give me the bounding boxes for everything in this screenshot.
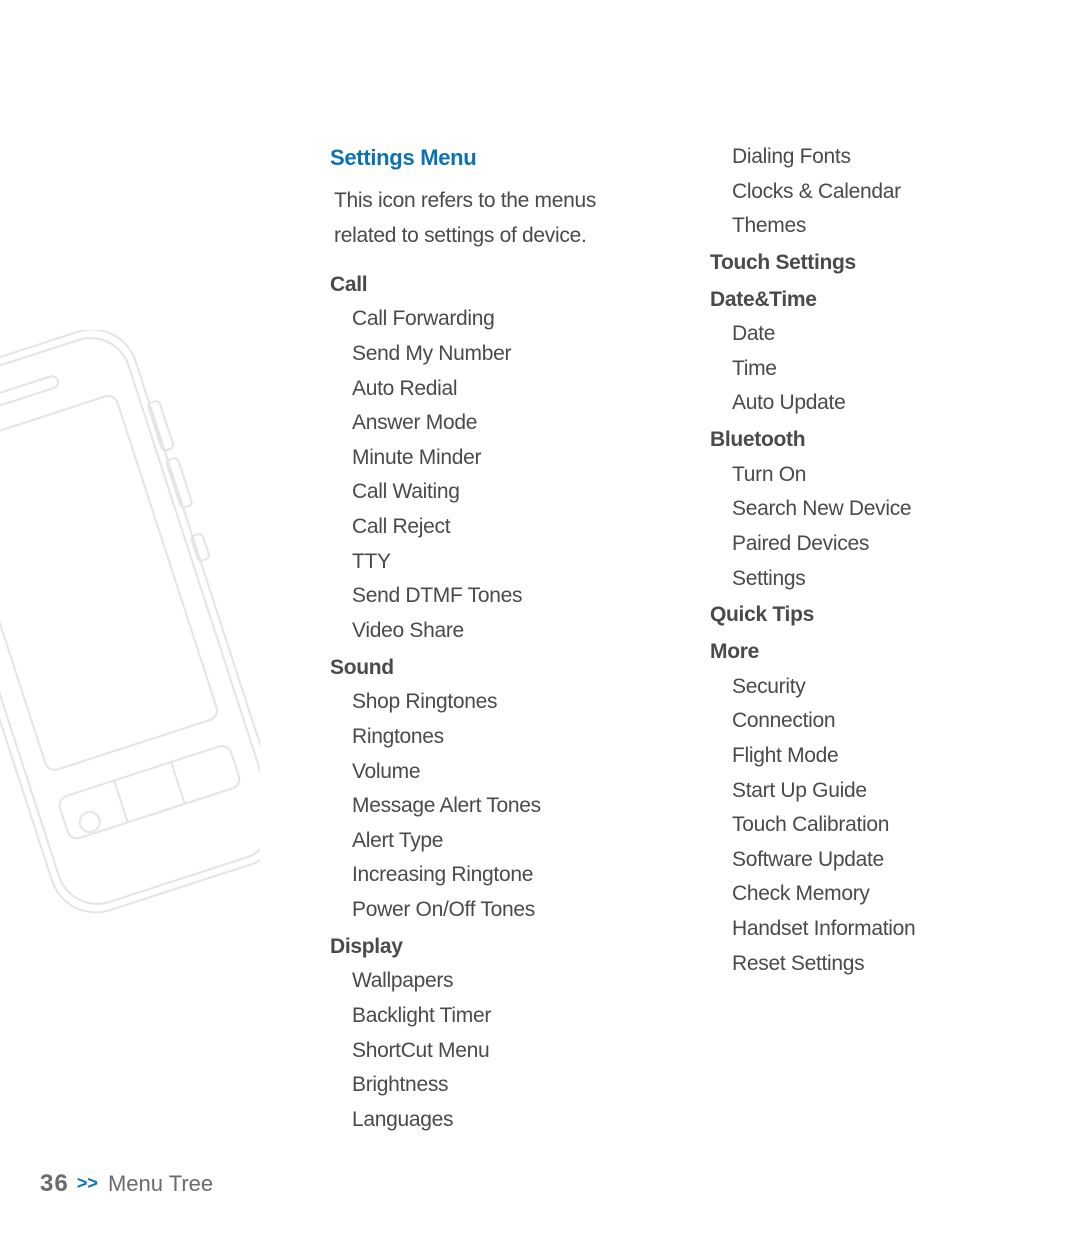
menu-category: More [710,635,1020,670]
menu-item: Minute Minder [330,441,640,476]
menu-item: Start Up Guide [710,774,1020,809]
menu-item: Security [710,670,1020,705]
page-footer: 36 >> Menu Tree [40,1170,213,1198]
column-right: Dialing FontsClocks & CalendarThemesTouc… [710,140,1020,1140]
content-area: Settings Menu This icon refers to the me… [330,140,1020,1140]
menu-item: Increasing Ringtone [330,858,640,893]
menu-item: Call Reject [330,510,640,545]
menu-item: Video Share [330,614,640,649]
menu-item: Paired Devices [710,527,1020,562]
menu-item: Touch Calibration [710,808,1020,843]
column-left: Settings Menu This icon refers to the me… [330,140,640,1140]
menu-item: Call Waiting [330,475,640,510]
chevron-right-icon: >> [77,1173,98,1193]
menu-item: Software Update [710,843,1020,878]
menu-item: Clocks & Calendar [710,175,1020,210]
menu-item: Send DTMF Tones [330,579,640,614]
menu-item: Call Forwarding [330,302,640,337]
menu-category: Date&Time [710,283,1020,318]
menu-category: Sound [330,651,640,686]
menu-item: Dialing Fonts [710,140,1020,175]
menu-item: Brightness [330,1068,640,1103]
menu-category: Bluetooth [710,423,1020,458]
footer-section-label: Menu Tree [108,1171,213,1196]
menu-item: Handset Information [710,912,1020,947]
menu-item: ShortCut Menu [330,1034,640,1069]
menu-item: Message Alert Tones [330,789,640,824]
menu-item: Auto Redial [330,372,640,407]
section-title: Settings Menu [330,140,640,176]
menu-item: Time [710,352,1020,387]
menu-item: Search New Device [710,492,1020,527]
menu-item: Auto Update [710,386,1020,421]
menu-list-left: CallCall ForwardingSend My NumberAuto Re… [330,268,640,1138]
menu-item: Date [710,317,1020,352]
menu-category: Touch Settings [710,246,1020,281]
menu-item: Turn On [710,458,1020,493]
menu-list-right: Dialing FontsClocks & CalendarThemesTouc… [710,140,1020,981]
section-intro: This icon refers to the menus related to… [334,184,614,253]
menu-item: Answer Mode [330,406,640,441]
page-number: 36 [40,1170,69,1197]
menu-category: Call [330,268,640,303]
phone-illustration [0,330,260,950]
menu-item: Power On/Off Tones [330,893,640,928]
menu-item: Languages [330,1103,640,1138]
menu-item: Send My Number [330,337,640,372]
menu-item: TTY [330,545,640,580]
menu-item: Shop Ringtones [330,685,640,720]
menu-item: Check Memory [710,877,1020,912]
menu-category: Display [330,930,640,965]
menu-item: Themes [710,209,1020,244]
menu-item: Volume [330,755,640,790]
menu-item: Ringtones [330,720,640,755]
menu-item: Settings [710,562,1020,597]
menu-category: Quick Tips [710,598,1020,633]
menu-item: Reset Settings [710,947,1020,982]
menu-item: Wallpapers [330,964,640,999]
menu-item: Connection [710,704,1020,739]
menu-item: Alert Type [330,824,640,859]
menu-item: Flight Mode [710,739,1020,774]
menu-item: Backlight Timer [330,999,640,1034]
